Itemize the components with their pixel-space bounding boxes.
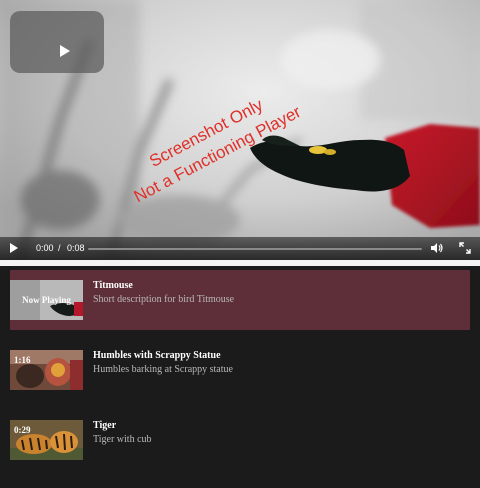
item-title: Humbles with Scrappy Statue (93, 350, 221, 361)
item-title: Titmouse (93, 280, 133, 291)
fullscreen-icon[interactable] (459, 242, 471, 254)
playlist-item-tiger[interactable]: 0:29 Tiger Tiger with cub (10, 410, 470, 470)
time-separator: / (58, 243, 61, 253)
playlist: Now Playing Titmouse Short description f… (0, 266, 480, 488)
thumbnail: Now Playing (10, 280, 83, 320)
play-icon (60, 45, 70, 57)
item-description: Tiger with cub (93, 434, 152, 445)
duration-label: 0:29 (14, 425, 31, 435)
item-description: Short description for bird Titmouse (93, 294, 235, 305)
duration: 0:08 (67, 243, 85, 253)
item-title: Tiger (93, 420, 117, 431)
big-play-button[interactable] (10, 11, 104, 73)
control-bar: 0:00 / 0:08 (0, 237, 480, 260)
video-player[interactable]: Screenshot Only Not a Functioning Player… (0, 0, 480, 260)
play-icon[interactable] (10, 243, 18, 253)
thumbnail: 0:29 (10, 420, 83, 460)
playlist-item-humbles[interactable]: 1:16 Humbles with Scrappy Statue Humbles… (10, 340, 470, 400)
now-playing-label: Now Playing (22, 295, 71, 305)
volume-icon[interactable] (430, 242, 444, 254)
playlist-item-titmouse[interactable]: Now Playing Titmouse Short description f… (10, 270, 470, 330)
thumbnail: 1:16 (10, 350, 83, 390)
duration-label: 1:16 (14, 355, 31, 365)
current-time: 0:00 (36, 243, 54, 253)
seek-bar[interactable] (88, 248, 422, 250)
item-description: Humbles barking at Scrappy statue (93, 364, 233, 375)
